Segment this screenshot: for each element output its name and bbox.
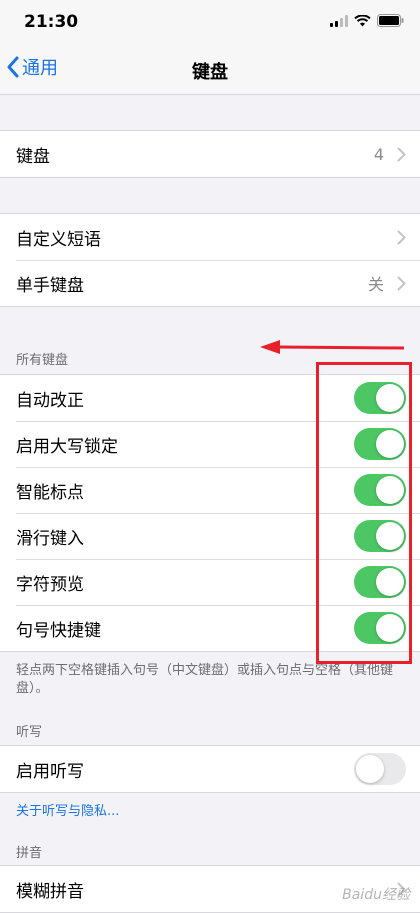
pinyin-header: 拼音 bbox=[16, 846, 43, 861]
keyboards-group: 键盘 4 bbox=[0, 130, 420, 178]
period-shortcut-footer: 轻点两下空格键插入句号（中文键盘）或插入句点与空格（其他键盘）。 bbox=[16, 663, 394, 696]
keyboards-row[interactable]: 键盘 4 bbox=[0, 131, 420, 177]
navigation-bar: 通用 键盘 bbox=[0, 46, 420, 95]
battery-icon bbox=[377, 14, 404, 27]
text-settings-group: 自定义短语 单手键盘 关 bbox=[0, 213, 420, 307]
keyboards-count: 4 bbox=[373, 144, 384, 164]
toggle-row-dictation: 启用听写 bbox=[0, 746, 420, 792]
status-bar: 21:30 bbox=[0, 0, 420, 46]
smart-punctuation-label: 智能标点 bbox=[16, 482, 84, 503]
fuzzy-pinyin-label: 模糊拼音 bbox=[16, 881, 84, 902]
caps-lock-label: 启用大写锁定 bbox=[16, 436, 118, 457]
text-replacement-label: 自定义短语 bbox=[16, 229, 101, 250]
wifi-icon bbox=[354, 14, 371, 26]
toggle-knob bbox=[356, 755, 384, 783]
annotation-arrow-icon bbox=[260, 340, 405, 354]
period-shortcut-label: 句号快捷键 bbox=[16, 620, 101, 641]
page-title: 键盘 bbox=[192, 62, 228, 83]
annotation-highlight-box bbox=[316, 362, 412, 664]
chevron-right-icon bbox=[397, 147, 406, 162]
dictation-privacy-link[interactable]: 关于听写与隐私... bbox=[16, 800, 119, 819]
one-handed-keyboard-label: 单手键盘 bbox=[16, 275, 84, 296]
auto-correct-label: 自动改正 bbox=[16, 390, 84, 411]
watermark: Baidu经验 bbox=[342, 887, 410, 903]
chevron-right-icon bbox=[397, 276, 406, 291]
chevron-right-icon bbox=[397, 230, 406, 245]
status-icons bbox=[330, 14, 404, 27]
dictation-group: 启用听写 bbox=[0, 745, 420, 793]
text-replacement-row[interactable]: 自定义短语 bbox=[0, 214, 420, 260]
dictation-header: 听写 bbox=[16, 725, 43, 740]
dictation-toggle[interactable] bbox=[354, 753, 406, 785]
signal-icon bbox=[330, 14, 348, 27]
character-preview-label: 字符预览 bbox=[16, 574, 84, 595]
one-handed-keyboard-row[interactable]: 单手键盘 关 bbox=[0, 260, 420, 306]
dictation-label: 启用听写 bbox=[16, 761, 84, 782]
one-handed-keyboard-value: 关 bbox=[367, 275, 384, 294]
slide-to-type-label: 滑行键入 bbox=[16, 528, 84, 549]
all-keyboards-header: 所有键盘 bbox=[16, 353, 69, 368]
status-time: 21:30 bbox=[24, 12, 79, 32]
keyboards-label: 键盘 bbox=[16, 146, 50, 167]
